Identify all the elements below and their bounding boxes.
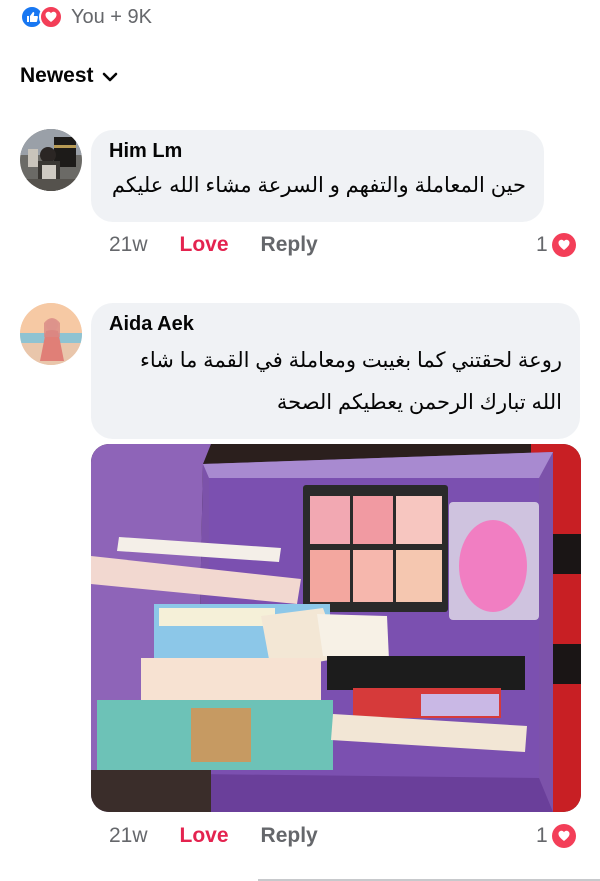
- comment-actions: 21w Love Reply: [109, 824, 318, 848]
- reply-button[interactable]: Reply: [261, 233, 318, 257]
- comment-time[interactable]: 21w: [109, 233, 148, 257]
- comment-time[interactable]: 21w: [109, 824, 148, 848]
- comment-bubble: Aida Aek روعة لحقتني كما بغيبت ومعاملة ف…: [91, 303, 580, 439]
- reactions-summary[interactable]: You + 9K: [20, 4, 152, 30]
- love-button[interactable]: Love: [180, 233, 229, 257]
- reaction-count-value: 1: [536, 824, 548, 847]
- heart-icon: [551, 824, 576, 848]
- reaction-count[interactable]: 1: [536, 824, 576, 848]
- heart-icon: [551, 233, 576, 257]
- comment-photo[interactable]: [91, 444, 581, 812]
- reactions-count: You + 9K: [71, 5, 153, 28]
- avatar[interactable]: [20, 303, 82, 365]
- love-icon: [39, 5, 63, 29]
- avatar[interactable]: [20, 129, 82, 191]
- comment-text-line: الله تبارك الرحمن يعطيكم الصحة: [276, 391, 562, 414]
- comment-author[interactable]: Him Lm: [109, 140, 526, 163]
- comment-bubble: Him Lm حين المعاملة والتفهم و السرعة مشا…: [91, 130, 544, 222]
- reaction-count-value: 1: [536, 233, 548, 256]
- sort-label: Newest: [20, 64, 94, 87]
- reply-button[interactable]: Reply: [261, 824, 318, 848]
- love-button[interactable]: Love: [180, 824, 229, 848]
- comment-text: حين المعاملة والتفهم و السرعة مشاء الله …: [111, 174, 526, 197]
- chevron-down-icon: [102, 72, 117, 82]
- comment-actions: 21w Love Reply: [109, 233, 318, 257]
- sort-dropdown[interactable]: Newest: [20, 64, 118, 88]
- comment-text-line: روعة لحقتني كما بغيبت ومعاملة في القمة م…: [140, 349, 562, 372]
- reaction-count[interactable]: 1: [536, 233, 576, 257]
- comment-author[interactable]: Aida Aek: [109, 313, 562, 336]
